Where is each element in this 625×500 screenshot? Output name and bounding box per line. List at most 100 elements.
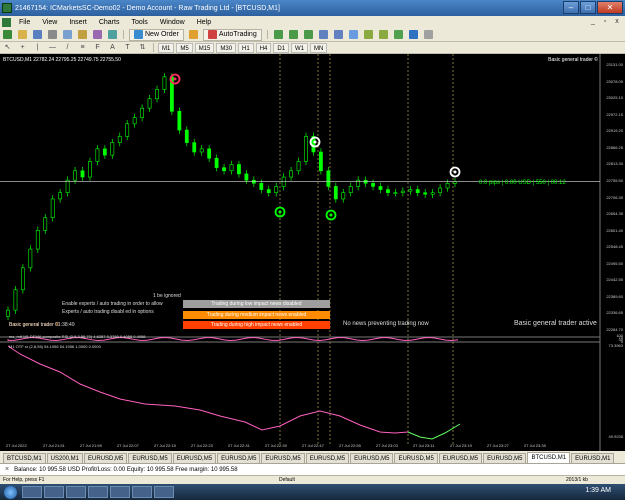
chart-tab[interactable]: EURUSD,M5 [84,453,128,463]
tile-windows-icon[interactable] [348,30,358,39]
candle-body [237,164,241,175]
chart-tab[interactable]: EURUSD,M5 [394,453,438,463]
equidistant-channel-icon[interactable]: ≡ [78,43,87,52]
market-watch-icon[interactable] [48,30,57,39]
taskbar-app-icon[interactable] [110,486,130,498]
chart-tab[interactable]: EURUSD,M5 [261,453,305,463]
close-button[interactable]: ✕ [597,1,623,14]
menu-window[interactable]: Window [154,19,191,26]
taskbar-app-icon[interactable] [66,486,86,498]
taskbar-app-icon[interactable] [22,486,42,498]
taskbar-app-icon[interactable] [44,486,64,498]
bar-chart-icon[interactable] [273,30,283,39]
candle-body [102,148,107,156]
candlestick-icon[interactable] [288,30,298,39]
price-tick-label: 22755.50 [606,177,623,183]
chart-tab[interactable]: EURUSD,M5 [483,453,527,463]
price-chart[interactable] [0,54,625,451]
trendline-icon[interactable]: / [63,43,72,52]
strategy-tester-icon[interactable] [108,30,117,39]
taskbar-app-icon[interactable] [154,486,174,498]
timeframe-h4-button[interactable]: H4 [255,42,272,53]
open-folder-icon[interactable] [18,30,27,39]
new-order-button[interactable]: New Order [129,28,184,41]
news-high-impact-button[interactable]: Trading during high impact news enabled [183,321,330,329]
cursor-icon[interactable]: ↖ [3,43,12,52]
time-tick-label: 27 Jul 21:51 [43,443,65,448]
periods-icon[interactable] [408,30,418,39]
terminal-panel: × Balance: 10 995.58 USD Profit/Loss: 0.… [0,463,625,475]
menu-charts[interactable]: Charts [93,19,126,26]
timeframe-w1-button[interactable]: W1 [291,42,309,53]
chart-tab[interactable]: EURUSD,M5 [128,453,172,463]
otf-tick-label: 49.9235 [608,434,623,439]
profiles-icon[interactable] [33,30,42,39]
zoom-in-icon[interactable] [318,30,328,39]
news-medium-impact-button[interactable]: Trading during medium impact news enable… [183,311,330,319]
taskbar-app-icon[interactable] [88,486,108,498]
news-low-impact-button[interactable]: Trading during low impact news disabled [183,300,330,308]
line-chart-icon[interactable] [303,30,313,39]
chart-tab[interactable]: US200,M1 [46,453,84,463]
chart-tab[interactable]: EURUSD,M5 [172,453,217,463]
chart-restore-button[interactable]: ▫ [600,17,610,26]
timeframe-m1-button[interactable]: M1 [158,42,175,53]
price-tick-label: 22654.35 [606,211,623,217]
price-tick-label: 22866.25 [606,144,623,150]
maximize-button[interactable]: □ [580,1,596,14]
taskbar-clock: 1:39 AM [585,487,611,494]
menu-tools[interactable]: Tools [125,19,153,26]
chart-tab[interactable]: EURUSD,M5 [217,453,261,463]
chart-tab[interactable]: EURUSD,M5 [305,453,350,463]
timeframe-mn-button[interactable]: MN [310,42,328,53]
terminal-close-button[interactable]: × [5,466,9,473]
chart-window[interactable]: BTCUSD,M1 22782.24 22795.25 22749.75 227… [0,54,625,451]
chart-tab[interactable]: BTCUSD,M1 [527,452,571,463]
price-tick-label: 23078.05 [606,78,623,84]
taskbar-app-icon[interactable] [132,486,152,498]
terminal-icon[interactable] [93,30,102,39]
new-chart-icon[interactable] [3,30,12,39]
menu-view[interactable]: View [36,19,63,26]
horizontal-line-icon[interactable]: — [48,43,57,52]
timeframe-m15-button[interactable]: M15 [194,42,215,53]
arrows-icon[interactable]: ⇅ [138,43,147,52]
timeframe-d1-button[interactable]: D1 [273,42,290,53]
vertical-line-icon[interactable]: | [33,43,42,52]
menu-file[interactable]: File [13,19,36,26]
chart-tab[interactable]: BTCUSD,M1 [3,453,46,463]
candle-body [125,123,130,137]
chart-close-button[interactable]: x [612,17,622,26]
chart-minimize-button[interactable]: _ [588,17,598,26]
autotrading-button[interactable]: AutoTrading [202,28,262,41]
minimize-button[interactable]: – [563,1,579,14]
chart-system-icon[interactable] [2,17,11,27]
timeframe-h1-button[interactable]: H1 [238,42,254,53]
signal-marker-dot [453,170,457,174]
start-button[interactable] [4,485,17,499]
timeframe-m5-button[interactable]: M5 [176,42,193,53]
label-icon[interactable]: T [123,43,132,52]
chart-tab[interactable]: EURUSD,M1 [571,453,615,463]
taskbar: 1:39 AM [0,484,625,500]
menu-insert[interactable]: Insert [63,19,93,26]
time-tick-label: 27 Jul 22:55 [339,443,361,448]
chart-tab[interactable]: EURUSD,M5 [438,453,483,463]
zoom-out-icon[interactable] [333,30,343,39]
indicators-icon[interactable] [393,30,403,39]
timeframe-m30-button[interactable]: M30 [216,42,237,53]
text-icon[interactable]: A [108,43,117,52]
templates-icon[interactable] [423,30,433,39]
fibonacci-icon[interactable]: F [93,43,102,52]
candle-body [80,170,85,178]
crosshair-icon[interactable]: + [18,43,27,52]
help-text: For Help, press F1 [3,477,45,483]
chart-shift-icon[interactable] [378,30,388,39]
menu-help[interactable]: Help [191,19,217,26]
price-tick-label: 22548.45 [606,244,623,250]
data-window-icon[interactable] [63,30,72,39]
chart-tab[interactable]: EURUSD,M5 [350,453,394,463]
navigator-icon[interactable] [78,30,87,39]
metaeditor-icon[interactable] [188,30,198,39]
autoscroll-icon[interactable] [363,30,373,39]
